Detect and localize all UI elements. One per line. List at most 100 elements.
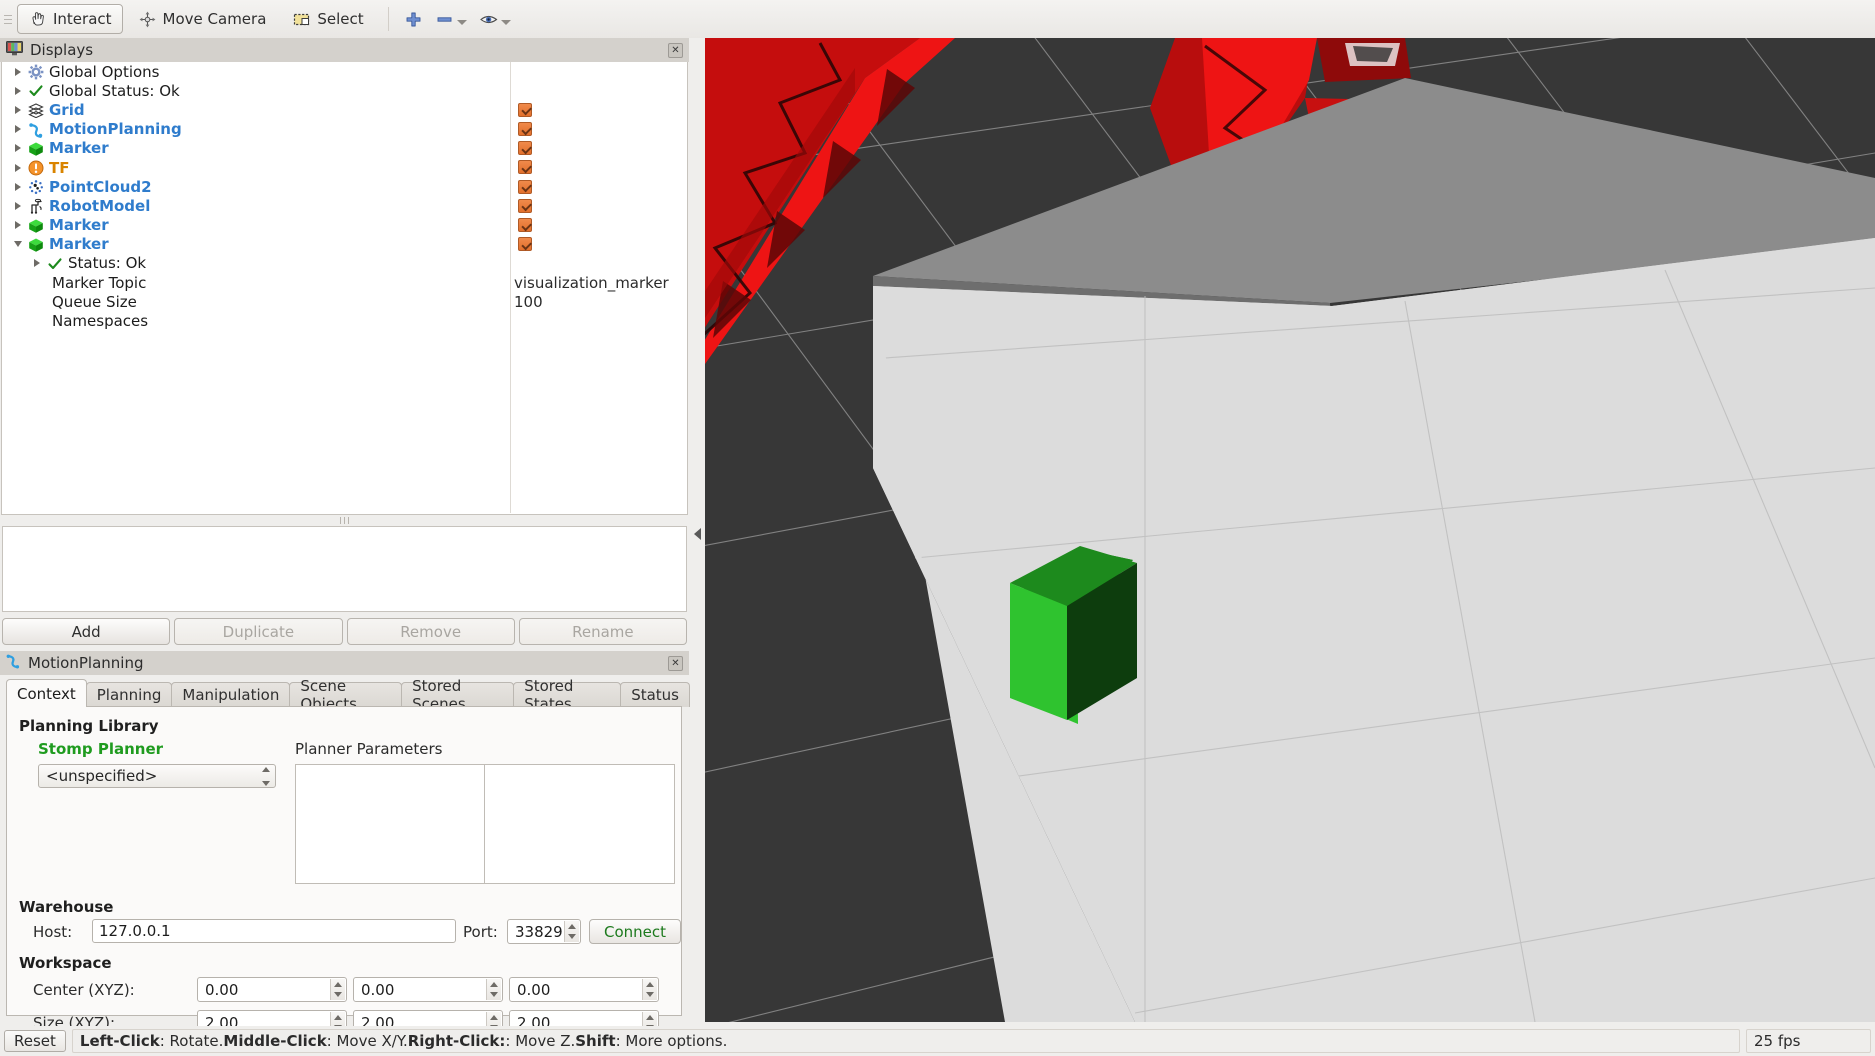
- display-enabled-checkbox[interactable]: [518, 141, 532, 155]
- tree-expander-expand-icon[interactable]: [11, 139, 25, 158]
- center-x-spin-up-icon[interactable]: [331, 979, 345, 990]
- tab-manipulation[interactable]: Manipulation: [171, 682, 290, 707]
- move-camera-icon: [138, 10, 157, 29]
- visibility-tool-button[interactable]: [473, 4, 517, 34]
- center-z-spin-buttons[interactable]: [642, 979, 657, 1000]
- size-z-spin-up-icon[interactable]: [643, 1012, 657, 1023]
- tab-status[interactable]: Status: [620, 682, 690, 707]
- center-z-spin-down-icon[interactable]: [643, 990, 657, 1001]
- tree-expander-expand-icon[interactable]: [11, 62, 25, 81]
- planner-select[interactable]: <unspecified>: [38, 764, 276, 788]
- display-enabled-checkbox[interactable]: [518, 103, 532, 117]
- render-viewport-3d[interactable]: [705, 38, 1875, 1022]
- tab-scene-objects[interactable]: Scene Objects: [289, 682, 402, 707]
- center-y-spin-down-icon[interactable]: [487, 990, 501, 1001]
- display-tree-row[interactable]: PointCloud2: [2, 177, 687, 196]
- display-enabled-checkbox[interactable]: [518, 237, 532, 251]
- remove-tool-chevron-down-icon[interactable]: [457, 20, 467, 25]
- display-tree-row[interactable]: Marker Topicvisualization_marker: [2, 273, 687, 292]
- fps-indicator: 25 fps: [1746, 1029, 1871, 1053]
- tab-planning[interactable]: Planning: [86, 682, 173, 707]
- center-x-spin-down-icon[interactable]: [331, 990, 345, 1001]
- tree-expander-expand-icon[interactable]: [11, 216, 25, 235]
- tool-select-button[interactable]: Select: [281, 4, 374, 34]
- remove-display-button[interactable]: Remove: [347, 618, 515, 645]
- displays-button-row: Add Duplicate Remove Rename: [2, 618, 687, 645]
- motion-planning-icon: [6, 654, 21, 673]
- tree-expander-expand-icon[interactable]: [11, 81, 25, 100]
- tab-label: Status: [631, 686, 679, 704]
- connect-button[interactable]: Connect: [589, 919, 681, 944]
- display-tree-row[interactable]: MotionPlanning: [2, 120, 687, 139]
- motion-planning-close-icon[interactable]: ✕: [668, 656, 683, 671]
- reset-button[interactable]: Reset: [4, 1030, 66, 1052]
- tree-expander-expand-icon[interactable]: [11, 177, 25, 196]
- planner-select-spin-arrows[interactable]: [260, 767, 272, 786]
- center-x-spin-buttons[interactable]: [330, 979, 345, 1000]
- tool-interact-button[interactable]: Interact: [17, 4, 123, 34]
- port-spin-down-icon[interactable]: [565, 932, 579, 943]
- display-tree-row[interactable]: Grid: [2, 100, 687, 119]
- center-y-spin-up-icon[interactable]: [487, 979, 501, 990]
- tree-expander-expand-icon[interactable]: [30, 254, 44, 273]
- tool-move-camera-button[interactable]: Move Camera: [127, 4, 278, 34]
- center-z-input[interactable]: 0.00: [509, 977, 659, 1002]
- displays-vertical-splitter[interactable]: [0, 516, 689, 525]
- hand-pointer-icon: [28, 10, 47, 29]
- displays-tree[interactable]: Global OptionsGlobal Status: OkGridMotio…: [1, 62, 688, 515]
- tree-expander-expand-icon[interactable]: [11, 158, 25, 177]
- display-tree-row[interactable]: Global Status: Ok: [2, 81, 687, 100]
- display-enabled-checkbox[interactable]: [518, 122, 532, 136]
- display-tree-row-label: Queue Size: [52, 293, 137, 311]
- display-tree-row[interactable]: Marker: [2, 216, 687, 235]
- display-tree-row[interactable]: Global Options: [2, 62, 687, 81]
- remove-tool-button[interactable]: [429, 4, 473, 34]
- toolbar-drag-handle[interactable]: [4, 6, 14, 32]
- duplicate-display-button[interactable]: Duplicate: [174, 618, 342, 645]
- display-tree-row[interactable]: Marker: [2, 139, 687, 158]
- displays-panel-close-icon[interactable]: ✕: [668, 43, 683, 58]
- host-input[interactable]: 127.0.0.1: [92, 919, 456, 943]
- display-enabled-checkbox[interactable]: [518, 180, 532, 194]
- planner-parameters-value-column[interactable]: [485, 764, 675, 884]
- select-rectangle-icon: [292, 10, 311, 29]
- add-tool-button[interactable]: [398, 4, 429, 34]
- planning-library-heading: Planning Library: [19, 717, 159, 735]
- display-tree-row[interactable]: TF: [2, 158, 687, 177]
- display-tree-row[interactable]: RobotModel: [2, 196, 687, 215]
- display-tree-row[interactable]: Queue Size 100: [2, 292, 687, 311]
- left-dock-collapse-arrow-icon[interactable]: [692, 524, 704, 544]
- display-tree-row[interactable]: Namespaces: [2, 311, 687, 330]
- center-y-spin-buttons[interactable]: [486, 979, 501, 1000]
- port-spin-buttons[interactable]: [564, 921, 579, 942]
- tree-expander-expand-icon[interactable]: [11, 100, 25, 119]
- marker-cube-icon: [28, 141, 44, 157]
- display-enabled-checkbox[interactable]: [518, 160, 532, 174]
- tab-stored-scenes[interactable]: Stored Scenes: [401, 682, 514, 707]
- center-z-spin-up-icon[interactable]: [643, 979, 657, 990]
- visibility-tool-chevron-down-icon[interactable]: [501, 20, 511, 25]
- center-x-input[interactable]: 0.00: [197, 977, 347, 1002]
- port-input[interactable]: 33829: [507, 919, 581, 944]
- display-description-box: [2, 526, 687, 612]
- planner-parameters-name-column[interactable]: [295, 764, 485, 884]
- display-tree-row-value[interactable]: 100: [514, 293, 543, 311]
- display-tree-row-value[interactable]: visualization_marker: [514, 274, 669, 292]
- display-tree-row[interactable]: Marker: [2, 235, 687, 254]
- rename-display-button[interactable]: Rename: [519, 618, 687, 645]
- tree-expander-expand-icon[interactable]: [11, 120, 25, 139]
- display-enabled-checkbox[interactable]: [518, 199, 532, 213]
- display-tree-row[interactable]: Status: Ok: [2, 254, 687, 273]
- size-x-spin-up-icon[interactable]: [331, 1012, 345, 1023]
- center-y-input[interactable]: 0.00: [353, 977, 503, 1002]
- tree-expander-collapse-icon[interactable]: [11, 235, 25, 254]
- add-display-button[interactable]: Add: [2, 618, 170, 645]
- tab-stored-states[interactable]: Stored States: [513, 682, 621, 707]
- port-spin-up-icon[interactable]: [565, 921, 579, 932]
- hint-key: Left-Click: [80, 1032, 160, 1050]
- tab-context[interactable]: Context: [6, 679, 87, 707]
- tree-expander-expand-icon[interactable]: [11, 196, 25, 215]
- display-enabled-checkbox[interactable]: [518, 218, 532, 232]
- center-y-value: 0.00: [361, 981, 394, 999]
- size-y-spin-up-icon[interactable]: [487, 1012, 501, 1023]
